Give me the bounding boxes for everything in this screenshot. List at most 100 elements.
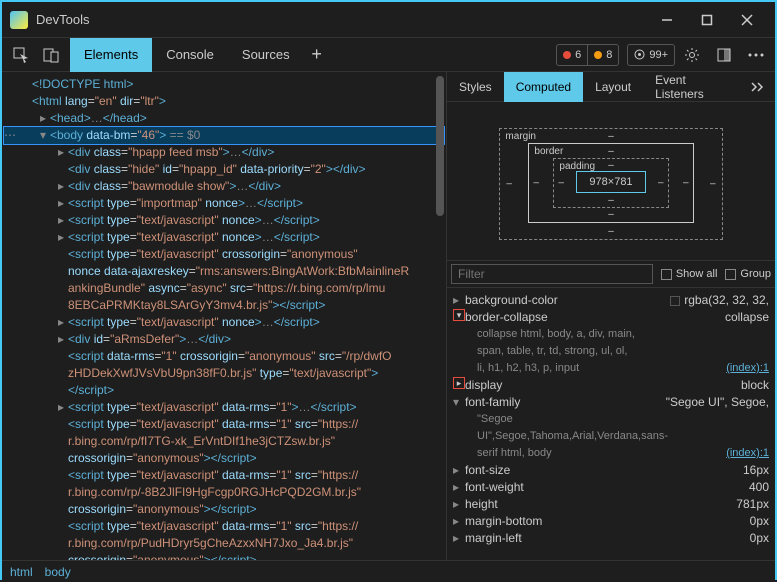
settings-button[interactable] — [679, 42, 705, 68]
dom-node[interactable]: r.bing.com/rp/PudHDryr5gCheAzxxNH7Jxo_Ja… — [4, 535, 444, 552]
property-row[interactable]: ▸font-size16px — [453, 462, 769, 479]
error-badge: 6 — [557, 45, 587, 65]
tab-elements[interactable]: Elements — [70, 38, 152, 72]
dom-node[interactable]: ▸<div class="bawmodule show">…</div> — [4, 178, 444, 195]
color-swatch — [670, 296, 680, 306]
expand-icon: ▸ — [453, 462, 465, 479]
tab-event-listeners[interactable]: Event Listeners — [643, 72, 741, 102]
tab-computed[interactable]: Computed — [504, 72, 583, 102]
issue-badges[interactable]: 6 8 — [556, 44, 619, 66]
expand-icon: ▸ — [453, 530, 465, 547]
property-row[interactable]: ▾ border-collapsecollapse — [453, 309, 769, 326]
dock-icon — [716, 47, 732, 63]
property-row[interactable]: ▸background-colorrgba(32, 32, 32, — [453, 292, 769, 309]
dom-node[interactable]: ⋯▾<body data-bm="46"> == $0 — [4, 127, 444, 144]
dom-node[interactable]: </script> — [4, 382, 444, 399]
dom-node[interactable]: <script type="text/javascript" data-rms=… — [4, 467, 444, 484]
dom-node[interactable]: <html lang="en" dir="ltr"> — [4, 93, 444, 110]
property-trace[interactable]: span, table, tr, td, strong, ul, ol, — [453, 343, 769, 360]
titlebar: DevTools — [2, 2, 775, 38]
property-trace[interactable]: "Segoe — [453, 411, 769, 428]
tab-sources[interactable]: Sources — [228, 38, 304, 72]
property-trace[interactable]: serif html, body(index):1 — [453, 445, 769, 462]
dom-node[interactable]: <script type="text/javascript" data-rms=… — [4, 518, 444, 535]
dom-node[interactable]: ▸<div class="hpapp feed msb">…</div> — [4, 144, 444, 161]
close-button[interactable] — [727, 2, 767, 38]
dom-node[interactable]: ▸<head>…</head> — [4, 110, 444, 127]
property-row[interactable]: ▸height781px — [453, 496, 769, 513]
tab-styles[interactable]: Styles — [447, 72, 504, 102]
close-icon — [741, 14, 753, 26]
maximize-button[interactable] — [687, 2, 727, 38]
device-toggle-button[interactable] — [38, 42, 64, 68]
dom-node[interactable]: 8EBCaPRMKtay8LSArGyY3mv4.br.js"></script… — [4, 297, 444, 314]
warning-badge: 8 — [587, 45, 618, 65]
dom-node[interactable]: r.bing.com/rp/-8B2JlFI9HgFcgp0RGJHcPQD2G… — [4, 484, 444, 501]
maximize-icon — [701, 14, 713, 26]
dom-node[interactable]: nonce data-ajaxreskey="rms:answers:BingA… — [4, 263, 444, 280]
margin-label: margin — [505, 131, 536, 142]
property-row[interactable]: ▸ displayblock — [453, 377, 769, 394]
box-model[interactable]: margin – – – – border – – – – padding – … — [447, 102, 775, 260]
dom-node[interactable]: zHDDekXwfJVsVbU9pn38fF0.br.js" type="tex… — [4, 365, 444, 382]
dom-node[interactable]: ▸<script type="importmap" nonce>…</scrip… — [4, 195, 444, 212]
inspect-button[interactable] — [8, 42, 34, 68]
chevrons-icon — [751, 82, 765, 92]
dom-node[interactable]: <script data-rms="1" crossorigin="anonym… — [4, 348, 444, 365]
tab-layout[interactable]: Layout — [583, 72, 643, 102]
minimize-button[interactable] — [647, 2, 687, 38]
property-row[interactable]: ▸font-weight400 — [453, 479, 769, 496]
more-button[interactable] — [743, 42, 769, 68]
breadcrumbs: html body — [2, 560, 775, 582]
padding-label: padding — [559, 161, 595, 172]
sidebar-tabs: Styles Computed Layout Event Listeners — [447, 72, 775, 102]
panel-tabs: Elements Console Sources — [70, 38, 304, 72]
dom-node[interactable]: crossorigin="anonymous"></script> — [4, 450, 444, 467]
dom-node[interactable]: crossorigin="anonymous"></script> — [4, 552, 444, 560]
dom-node[interactable]: <!DOCTYPE html> — [4, 76, 444, 93]
add-tab-button[interactable]: + — [304, 44, 330, 65]
app-icon — [10, 11, 28, 29]
message-icon — [634, 49, 645, 60]
dom-tree[interactable]: <!DOCTYPE html><html lang="en" dir="ltr"… — [2, 72, 446, 560]
property-trace[interactable]: collapse html, body, a, div, main, — [453, 326, 769, 343]
breadcrumb-item[interactable]: html — [10, 565, 33, 579]
sidebar-more-button[interactable] — [741, 82, 775, 92]
dom-node[interactable]: r.bing.com/rp/fI7TG-xk_ErVntDIf1he3jCTZs… — [4, 433, 444, 450]
device-icon — [43, 47, 59, 63]
tab-console[interactable]: Console — [152, 38, 228, 72]
dom-node[interactable]: crossorigin="anonymous"></script> — [4, 501, 444, 518]
property-trace[interactable]: li, h1, h2, h3, p, input(index):1 — [453, 360, 769, 377]
show-all-checkbox[interactable]: Show all — [661, 268, 718, 280]
dom-node[interactable]: ▸<script type="text/javascript" nonce>…<… — [4, 314, 444, 331]
property-row[interactable]: ▸margin-bottom0px — [453, 513, 769, 530]
message-badge[interactable]: 99+ — [627, 44, 675, 66]
filter-input[interactable] — [451, 264, 653, 284]
expand-icon: ▸ — [453, 479, 465, 496]
filter-row: Show all Group — [447, 260, 775, 288]
dom-node[interactable]: ▸<script type="text/javascript" nonce>…<… — [4, 212, 444, 229]
property-row[interactable]: ▾font-family"Segoe UI", Segoe, — [453, 394, 769, 411]
minimize-icon — [661, 14, 673, 26]
dom-node[interactable]: ankingBundle" async="async" src="https:/… — [4, 280, 444, 297]
dock-button[interactable] — [711, 42, 737, 68]
more-icon — [748, 53, 764, 57]
group-checkbox[interactable]: Group — [725, 268, 771, 280]
property-row[interactable]: ▸margin-left0px — [453, 530, 769, 547]
main-toolbar: Elements Console Sources + 6 8 99+ — [2, 38, 775, 72]
dom-node[interactable]: ▸<div id="aRmsDefer">…</div> — [4, 331, 444, 348]
property-trace[interactable]: UI",Segoe,Tahoma,Arial,Verdana,sans- — [453, 428, 769, 445]
dom-node[interactable]: <script type="text/javascript" crossorig… — [4, 246, 444, 263]
expand-icon: ▾ — [453, 394, 465, 411]
window-title: DevTools — [36, 12, 89, 27]
dom-node[interactable]: ▸<script type="text/javascript" data-rms… — [4, 399, 444, 416]
expand-icon: ▸ — [453, 377, 465, 389]
dom-node[interactable]: ▸<script type="text/javascript" nonce>…<… — [4, 229, 444, 246]
dom-node[interactable]: <script type="text/javascript" data-rms=… — [4, 416, 444, 433]
computed-properties[interactable]: ▸background-colorrgba(32, 32, 32,▾ borde… — [447, 288, 775, 560]
gear-icon — [684, 47, 700, 63]
content-dimensions: 978×781 — [576, 171, 645, 193]
dom-node[interactable]: <div class="hide" id="hpapp_id" data-pri… — [4, 161, 444, 178]
breadcrumb-item[interactable]: body — [45, 565, 71, 579]
scrollbar-thumb[interactable] — [436, 76, 444, 216]
